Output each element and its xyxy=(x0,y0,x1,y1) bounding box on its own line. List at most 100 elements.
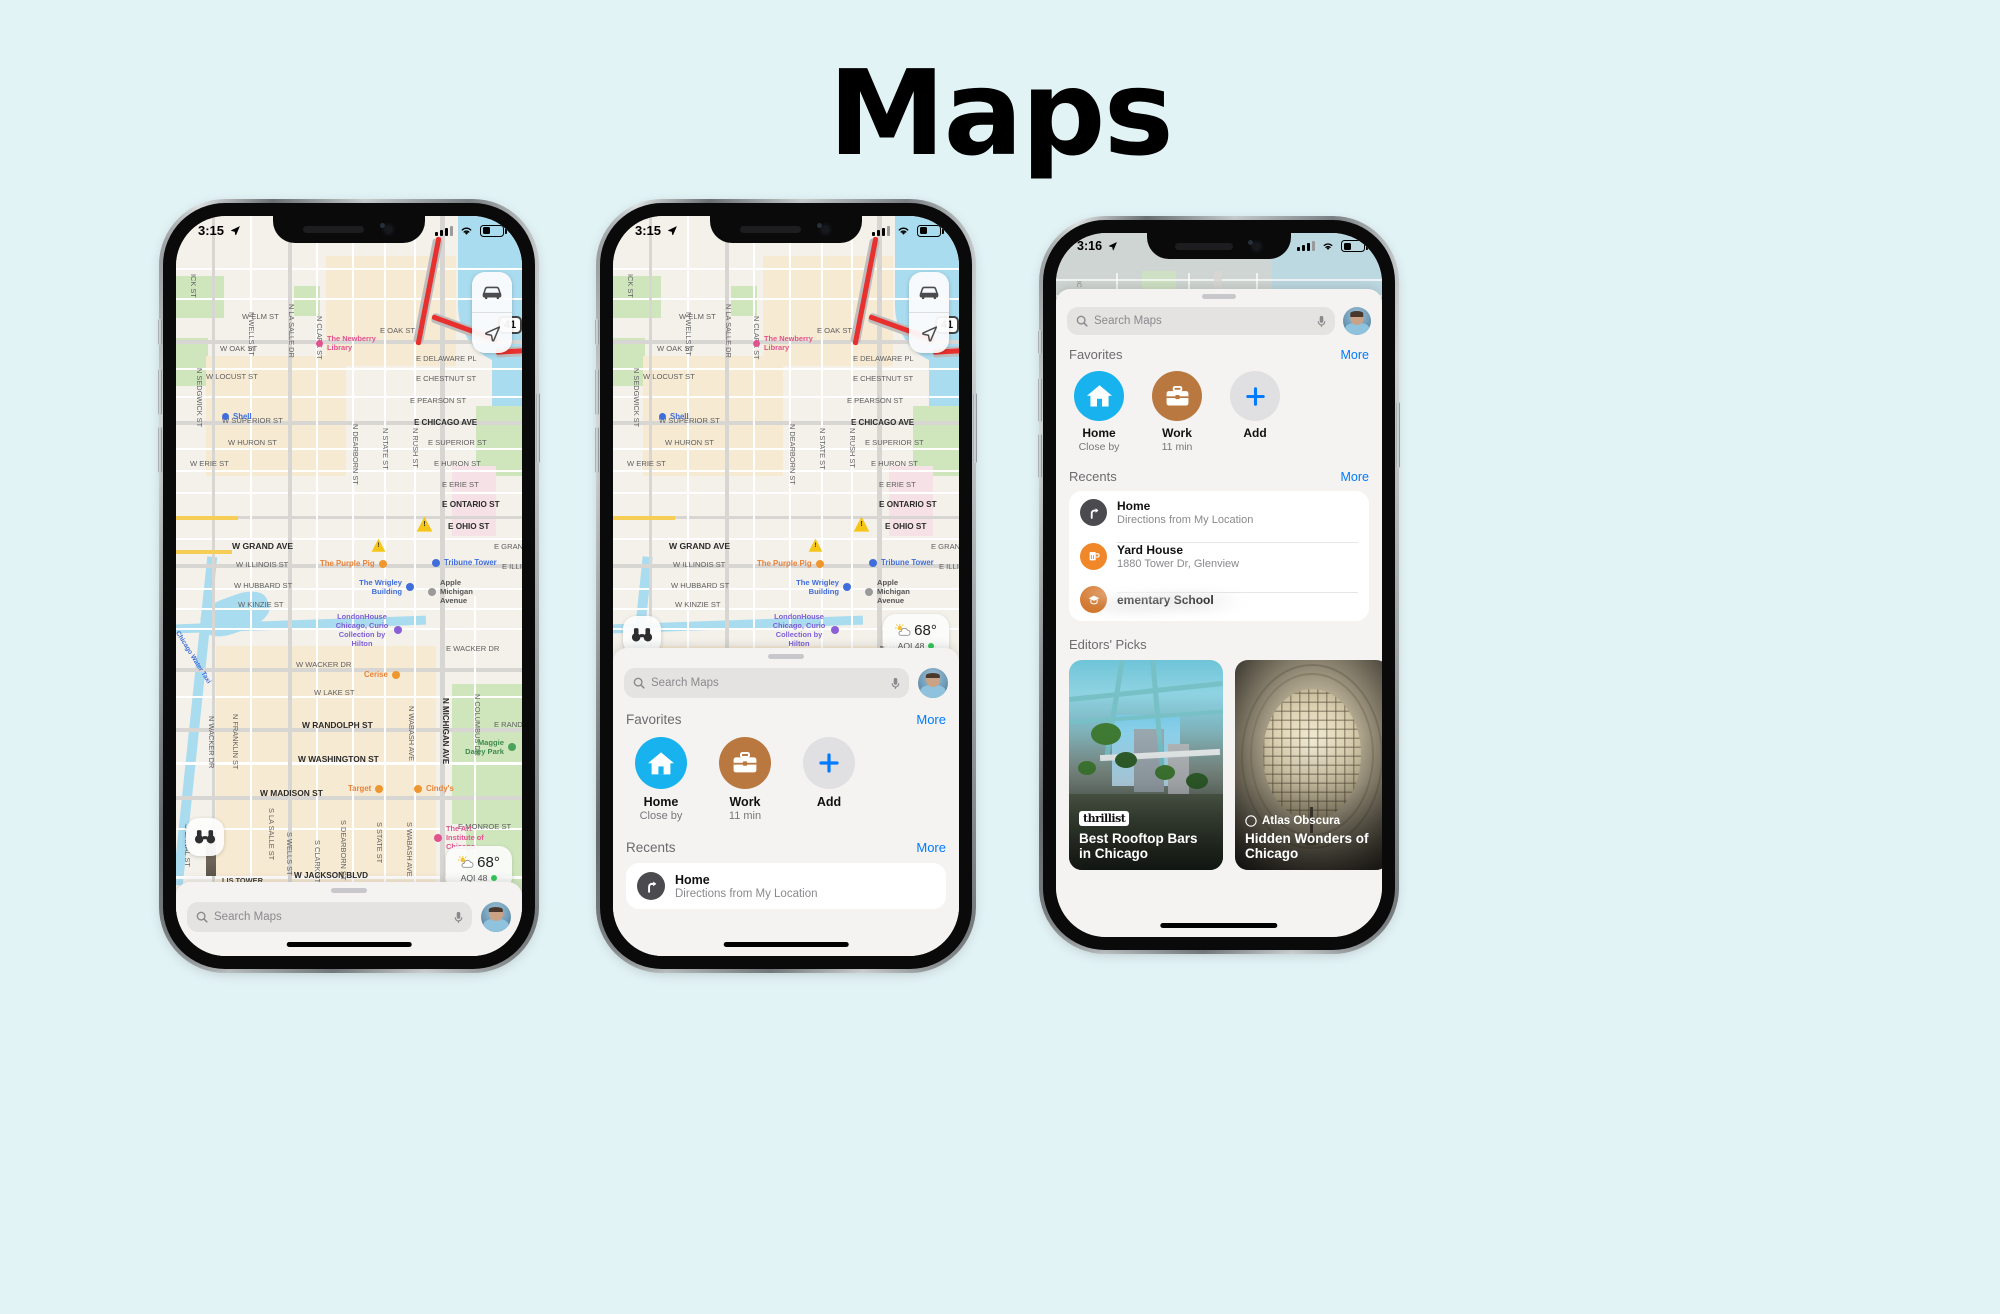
house-icon-circle xyxy=(635,737,687,789)
microphone-icon xyxy=(454,911,463,923)
recents-more-button[interactable]: More xyxy=(916,840,946,855)
search-input[interactable]: Search Maps xyxy=(624,668,909,698)
poi-target[interactable]: Target xyxy=(348,784,384,793)
user-avatar[interactable] xyxy=(1343,307,1371,335)
editors-pick-card[interactable]: Atlas Obscura Hidden Wonders of Chicago xyxy=(1235,660,1382,870)
street-label: E CHESTNUT ST xyxy=(853,374,914,383)
phone-3-power-button[interactable] xyxy=(1396,402,1400,468)
poi-maggie-daley-park[interactable]: Maggie Daley Park xyxy=(464,738,516,756)
earpiece-speaker xyxy=(302,226,364,233)
street-label-v: N WABASH AVE xyxy=(407,706,416,762)
favorite-add[interactable]: Add xyxy=(1230,371,1280,453)
street-label: W GRAND AVE xyxy=(669,541,731,551)
favorite-home[interactable]: Home Close by xyxy=(635,737,687,822)
favorite-add[interactable]: Add xyxy=(803,737,855,822)
phone-3-volume-down[interactable] xyxy=(1038,434,1042,478)
favorites-list: Home Close by Work 11 min Add xyxy=(1056,362,1382,453)
maps-bottom-sheet-3[interactable]: Search Maps Favorites More Home Close by… xyxy=(1056,289,1382,937)
phone-1-silent-switch[interactable] xyxy=(158,319,162,345)
recents-more-button[interactable]: More xyxy=(1341,470,1369,484)
poi-wrigley-building[interactable]: The Wrigley Building xyxy=(356,578,414,596)
favorite-home[interactable]: Home Close by xyxy=(1074,371,1124,453)
street-label-v: S DEARBORN ST xyxy=(339,820,348,881)
map-controls-1 xyxy=(472,272,512,353)
poi-tribune-tower[interactable]: Tribune Tower xyxy=(869,558,934,567)
user-avatar[interactable] xyxy=(481,902,511,932)
search-input[interactable]: Search Maps xyxy=(1067,307,1335,335)
car-icon xyxy=(482,286,502,300)
poi-apple-michigan-avenue[interactable]: Apple Michigan Avenue xyxy=(865,578,925,605)
driving-mode-button[interactable] xyxy=(472,272,512,312)
phone-2-volume-down[interactable] xyxy=(595,427,599,473)
phone-2-silent-switch[interactable] xyxy=(595,319,599,345)
poi-label: The Newberry Library xyxy=(327,334,376,352)
list-item[interactable]: Home Directions from My Location xyxy=(1069,491,1369,534)
phone-2-screen: 41 W ELM ST E OAK ST W OAK ST W LOCUST S… xyxy=(613,216,959,956)
maps-bottom-sheet-2[interactable]: Search Maps Favorites More Home Close by… xyxy=(613,648,959,956)
list-item-text: Home Directions from My Location xyxy=(675,873,935,900)
poi-wrigley-building[interactable]: The Wrigley Building xyxy=(793,578,851,596)
list-item[interactable]: ementary School xyxy=(1069,576,1369,621)
search-row: Search Maps xyxy=(613,659,959,698)
editors-pick-card[interactable]: thrillist Best Rooftop Bars in Chicago xyxy=(1069,660,1223,870)
poi-newberry-library[interactable]: The Newberry Library xyxy=(753,334,821,352)
plus-icon-circle xyxy=(1230,371,1280,421)
favorites-more-button[interactable]: More xyxy=(1341,348,1369,362)
poi-purple-pig[interactable]: The Purple Pig xyxy=(757,559,824,568)
list-item[interactable]: Home Directions from My Location xyxy=(626,863,946,909)
house-icon-circle xyxy=(1074,371,1124,421)
block-buff-3 xyxy=(216,646,436,896)
poi-cindys[interactable]: Cindy's xyxy=(414,784,454,793)
plus-icon xyxy=(819,753,839,773)
driving-mode-button[interactable] xyxy=(909,272,949,312)
street-label: E RANDOLPH ST xyxy=(494,720,522,729)
poi-londonhouse[interactable]: LondonHouse Chicago, Curio Collection by… xyxy=(334,612,402,648)
poi-cerise[interactable]: Cerise xyxy=(364,670,400,679)
favorite-work[interactable]: Work 11 min xyxy=(719,737,771,822)
poi-label: LondonHouse Chicago, Curio Collection by… xyxy=(335,612,389,648)
poi-label: Target xyxy=(348,784,372,793)
street-label: E PEARSON ST xyxy=(847,396,904,405)
binoculars-button[interactable] xyxy=(186,818,224,856)
turn-right-icon-circle xyxy=(1080,499,1107,526)
phone-2-power-button[interactable] xyxy=(973,393,977,463)
map-canvas-1[interactable]: 41 W ELM ST E OAK ST W OAK ST W LOCUST S… xyxy=(176,216,522,956)
search-icon xyxy=(1076,315,1088,327)
poi-purple-pig[interactable]: The Purple Pig xyxy=(320,559,387,568)
phone-2-volume-up[interactable] xyxy=(595,369,599,415)
phone-1-volume-down[interactable] xyxy=(158,427,162,473)
user-avatar[interactable] xyxy=(918,668,948,698)
poi-apple-michigan-avenue[interactable]: Apple Michigan Avenue xyxy=(428,578,488,605)
street-label-v: N WACKER DR xyxy=(207,716,216,769)
home-indicator[interactable] xyxy=(286,942,412,947)
thrillist-brand-badge: thrillist xyxy=(1079,810,1130,826)
favorite-work-sub: 11 min xyxy=(1161,441,1193,453)
home-indicator[interactable] xyxy=(1160,923,1278,928)
poi-tribune-tower[interactable]: Tribune Tower xyxy=(432,558,497,567)
favorites-more-button[interactable]: More xyxy=(916,712,946,727)
favorite-work[interactable]: Work 11 min xyxy=(1152,371,1202,453)
phone-3-silent-switch[interactable] xyxy=(1038,330,1042,354)
search-input[interactable]: Search Maps xyxy=(187,902,472,932)
poi-londonhouse[interactable]: LondonHouse Chicago, Curio Collection by… xyxy=(771,612,839,648)
street-label: E CHICAGO AVE xyxy=(851,418,915,427)
beer-mug-icon-circle xyxy=(1080,542,1107,570)
home-indicator[interactable] xyxy=(723,942,849,947)
phone-1-power-button[interactable] xyxy=(536,393,540,463)
search-row: Search Maps xyxy=(176,893,522,932)
locate-me-button[interactable] xyxy=(909,313,949,353)
street-label-v: N RUSH ST xyxy=(411,428,420,468)
favorite-home-sub: Close by xyxy=(1078,441,1120,453)
car-icon xyxy=(919,286,939,300)
poi-shell[interactable]: Shell xyxy=(222,412,252,421)
poi-shell[interactable]: Shell xyxy=(659,412,689,421)
list-item[interactable]: Yard House 1880 Tower Dr, Glenview xyxy=(1069,534,1369,578)
street-label: E PEARSON ST xyxy=(410,396,467,405)
locate-me-button[interactable] xyxy=(472,313,512,353)
poi-newberry-library[interactable]: The Newberry Library xyxy=(316,334,384,352)
location-arrow-icon xyxy=(484,325,500,342)
road-h-7 xyxy=(613,470,959,472)
phone-1-volume-up[interactable] xyxy=(158,369,162,415)
street-label: E OAK ST xyxy=(380,326,416,335)
phone-3-volume-up[interactable] xyxy=(1038,378,1042,422)
